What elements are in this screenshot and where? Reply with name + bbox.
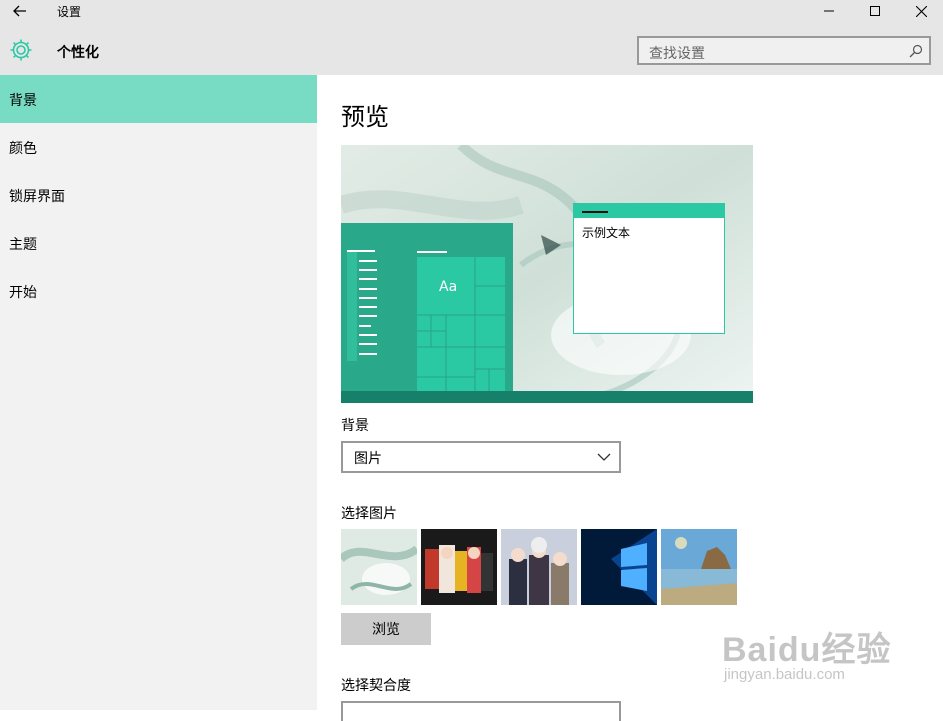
chevron-down-icon [597, 453, 611, 461]
background-preview: Aa 示例文本 [341, 145, 753, 403]
title-bar: 设置 [0, 0, 943, 22]
close-icon [915, 5, 927, 17]
sidebar-item-label: 颜色 [9, 141, 37, 157]
close-button[interactable] [898, 0, 943, 22]
maximize-button[interactable] [852, 0, 898, 22]
search-placeholder: 查找设置 [649, 46, 705, 62]
picture-thumbnail-2[interactable] [421, 529, 497, 605]
app-list-lines [347, 250, 377, 355]
sidebar-item-label: 锁屏界面 [9, 189, 65, 205]
sidebar-item-themes[interactable]: 主题 [0, 219, 317, 267]
sidebar-item-label: 开始 [9, 285, 37, 301]
maximize-icon [870, 6, 880, 16]
sample-window-text: 示例文本 [582, 226, 631, 240]
picture-thumbnail-1[interactable] [341, 529, 417, 605]
background-label: 背景 [341, 418, 369, 434]
fit-label: 选择契合度 [341, 678, 411, 694]
picture-thumbnail-5[interactable] [661, 529, 737, 605]
choose-picture-label: 选择图片 [341, 506, 397, 522]
sidebar-item-background[interactable]: 背景 [0, 75, 317, 123]
taskbar-mock [341, 391, 753, 403]
tile-text: Aa [439, 279, 458, 295]
watermark-brand: Baidu经验 [722, 631, 892, 669]
picture-thumbnail-3[interactable] [501, 529, 577, 605]
fit-dropdown[interactable] [341, 701, 621, 721]
back-arrow-icon [13, 5, 26, 17]
watermark-url: jingyan.baidu.com [724, 666, 845, 683]
sidebar-item-colors[interactable]: 颜色 [0, 123, 317, 171]
picture-thumbnail-4[interactable] [581, 529, 657, 605]
sidebar-item-lock-screen[interactable]: 锁屏界面 [0, 171, 317, 219]
gear-icon [10, 39, 32, 61]
sidebar-item-label: 背景 [9, 93, 37, 109]
section-title: 个性化 [57, 45, 99, 61]
background-dropdown-value: 图片 [354, 451, 382, 467]
live-tiles: Aa [417, 257, 505, 391]
minimize-button[interactable] [806, 0, 852, 22]
back-button[interactable] [8, 1, 32, 21]
background-dropdown[interactable]: 图片 [341, 441, 621, 473]
window-title: 设置 [57, 5, 82, 19]
search-icon [909, 44, 923, 58]
settings-header: 个性化 查找设置 [0, 22, 943, 75]
sidebar: 背景 颜色 锁屏界面 主题 开始 [0, 75, 317, 710]
baidu-watermark: Baidu经验 jingyan.baidu.com [722, 608, 902, 688]
preview-heading: 预览 [341, 103, 389, 131]
browse-button[interactable]: 浏览 [341, 613, 431, 645]
sample-window: 示例文本 [573, 203, 725, 334]
minimize-icon [824, 10, 834, 12]
start-menu-mock: Aa [341, 223, 513, 391]
search-input[interactable]: 查找设置 [637, 36, 931, 65]
sidebar-item-start[interactable]: 开始 [0, 267, 317, 315]
sidebar-item-label: 主题 [9, 237, 37, 253]
